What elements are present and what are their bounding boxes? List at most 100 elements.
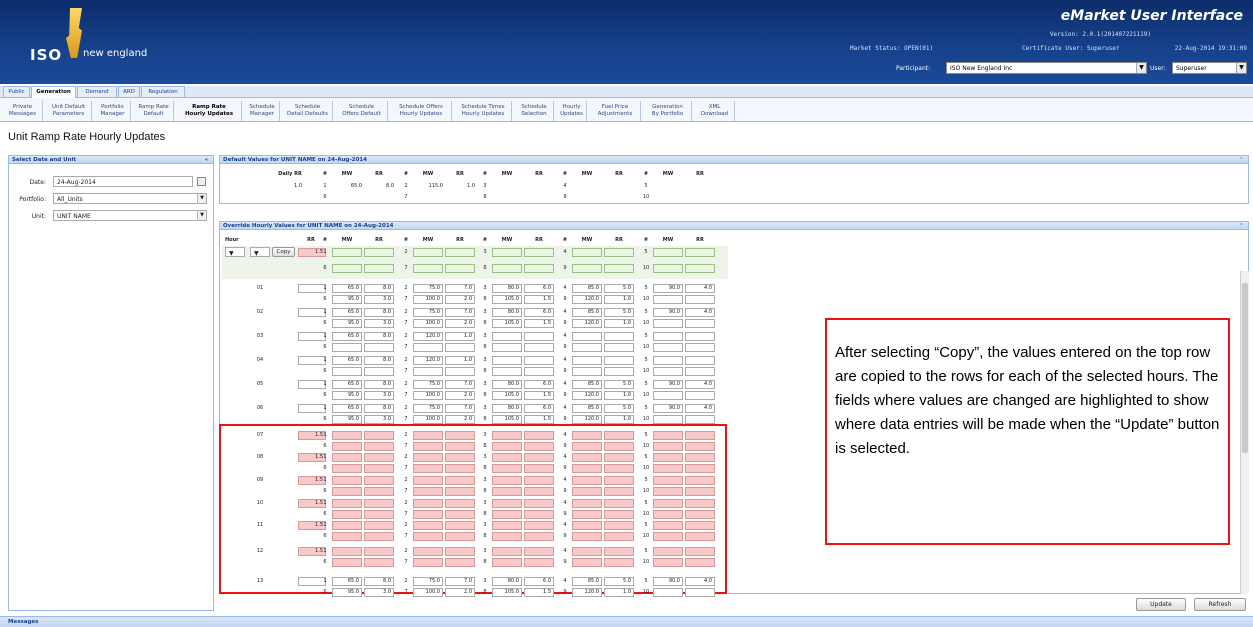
mw-input[interactable]: 80.0 — [492, 404, 522, 413]
rr-input[interactable] — [685, 332, 715, 341]
mw-input[interactable] — [492, 464, 522, 473]
rr-input[interactable] — [604, 547, 634, 556]
mw-input[interactable] — [413, 499, 443, 508]
rr-input[interactable] — [604, 476, 634, 485]
mw-input[interactable] — [413, 248, 443, 257]
mw-input[interactable] — [492, 487, 522, 496]
tab-public[interactable]: Public — [3, 86, 30, 97]
rr-input[interactable]: 6.0 — [524, 380, 554, 389]
mw-input[interactable] — [332, 464, 362, 473]
rr-input[interactable]: 6.0 — [524, 404, 554, 413]
rr-input[interactable] — [445, 248, 475, 257]
rr-input[interactable] — [524, 532, 554, 541]
subnav-item[interactable]: Schedule Manager — [245, 101, 280, 121]
rr-input[interactable] — [685, 431, 715, 440]
rr-input[interactable] — [445, 343, 475, 352]
mw-input[interactable] — [572, 453, 602, 462]
mw-input[interactable]: 100.0 — [413, 415, 443, 424]
mw-input[interactable] — [492, 442, 522, 451]
mw-input[interactable] — [332, 521, 362, 530]
rr-input[interactable]: 1.0 — [445, 332, 475, 341]
mw-input[interactable]: 95.0 — [332, 391, 362, 400]
mw-input[interactable] — [572, 356, 602, 365]
rr-input[interactable] — [685, 510, 715, 519]
mw-input[interactable]: 95.0 — [332, 295, 362, 304]
mw-input[interactable]: 65.0 — [332, 308, 362, 317]
rr-input[interactable] — [685, 356, 715, 365]
refresh-button[interactable]: Refresh — [1194, 598, 1246, 611]
mw-input[interactable]: 90.0 — [653, 577, 683, 586]
mw-input[interactable] — [653, 295, 683, 304]
collapse-up-icon[interactable]: ⌃ — [1238, 223, 1245, 229]
rr-input[interactable] — [685, 588, 715, 597]
rr-input[interactable] — [524, 487, 554, 496]
rr-input[interactable]: 1.0 — [604, 295, 634, 304]
mw-input[interactable]: 75.0 — [413, 308, 443, 317]
rr-input[interactable] — [364, 521, 394, 530]
rr-input[interactable]: 8.0 — [364, 380, 394, 389]
rr-input[interactable]: 1.5 — [524, 319, 554, 328]
subnav-item[interactable]: Ramp Rate Hourly Updates — [177, 101, 242, 121]
rr-input[interactable] — [604, 464, 634, 473]
mw-input[interactable] — [653, 343, 683, 352]
rr-input[interactable] — [524, 499, 554, 508]
rr-input[interactable]: 7.0 — [445, 380, 475, 389]
rr-input[interactable] — [445, 487, 475, 496]
chevron-down-icon[interactable]: ▼ — [197, 194, 206, 203]
mw-input[interactable]: 65.0 — [332, 284, 362, 293]
rr-input[interactable]: 4.0 — [685, 404, 715, 413]
rr-input[interactable] — [364, 510, 394, 519]
rr-input[interactable] — [445, 367, 475, 376]
rr-input[interactable]: 4.0 — [685, 284, 715, 293]
rr-input[interactable]: 2.0 — [445, 391, 475, 400]
rr-input[interactable]: 3.0 — [364, 319, 394, 328]
rr-input[interactable]: 8.0 — [364, 356, 394, 365]
mw-input[interactable] — [492, 367, 522, 376]
mw-input[interactable] — [653, 264, 683, 273]
rr-input[interactable] — [364, 547, 394, 556]
participant-select[interactable]: ISO New England Inc ▼ — [946, 62, 1147, 74]
rr-input[interactable]: 7.0 — [445, 284, 475, 293]
rr-input[interactable] — [445, 264, 475, 273]
rr-input[interactable]: 6.0 — [524, 308, 554, 317]
rr-input[interactable] — [524, 510, 554, 519]
mw-input[interactable]: 65.0 — [332, 332, 362, 341]
rr-input[interactable] — [445, 547, 475, 556]
mw-input[interactable] — [572, 532, 602, 541]
mw-input[interactable] — [492, 532, 522, 541]
rr-input[interactable]: 1.0 — [604, 415, 634, 424]
mw-input[interactable] — [572, 442, 602, 451]
mw-input[interactable] — [653, 547, 683, 556]
rr-input[interactable] — [445, 476, 475, 485]
subnav-item[interactable]: Portfolio Manager — [95, 101, 131, 121]
date-input[interactable]: 24-Aug-2014 — [53, 176, 193, 187]
rr-input[interactable]: 4.0 — [685, 308, 715, 317]
mw-input[interactable]: 85.0 — [572, 380, 602, 389]
mw-input[interactable]: 120.0 — [572, 319, 602, 328]
mw-input[interactable] — [572, 521, 602, 530]
rr-input[interactable]: 2.0 — [445, 415, 475, 424]
mw-input[interactable] — [572, 547, 602, 556]
mw-input[interactable] — [572, 343, 602, 352]
unit-select[interactable]: UNIT NAME ▼ — [53, 210, 207, 221]
rr-input[interactable] — [524, 547, 554, 556]
update-button[interactable]: Update — [1136, 598, 1186, 611]
mw-input[interactable]: 85.0 — [572, 404, 602, 413]
mw-input[interactable] — [413, 510, 443, 519]
mw-input[interactable]: 90.0 — [653, 404, 683, 413]
mw-input[interactable] — [572, 510, 602, 519]
rr-input[interactable]: 4.0 — [685, 577, 715, 586]
rr-input[interactable] — [685, 367, 715, 376]
rr-input[interactable] — [685, 295, 715, 304]
mw-input[interactable] — [572, 464, 602, 473]
mw-input[interactable]: 85.0 — [572, 308, 602, 317]
mw-input[interactable]: 95.0 — [332, 588, 362, 597]
mw-input[interactable] — [572, 558, 602, 567]
rr-input[interactable]: 3.0 — [364, 415, 394, 424]
mw-input[interactable] — [572, 264, 602, 273]
mw-input[interactable] — [413, 367, 443, 376]
rr-input[interactable]: 5.0 — [604, 284, 634, 293]
mw-input[interactable]: 90.0 — [653, 308, 683, 317]
rr-input[interactable] — [685, 343, 715, 352]
mw-input[interactable]: 80.0 — [492, 308, 522, 317]
